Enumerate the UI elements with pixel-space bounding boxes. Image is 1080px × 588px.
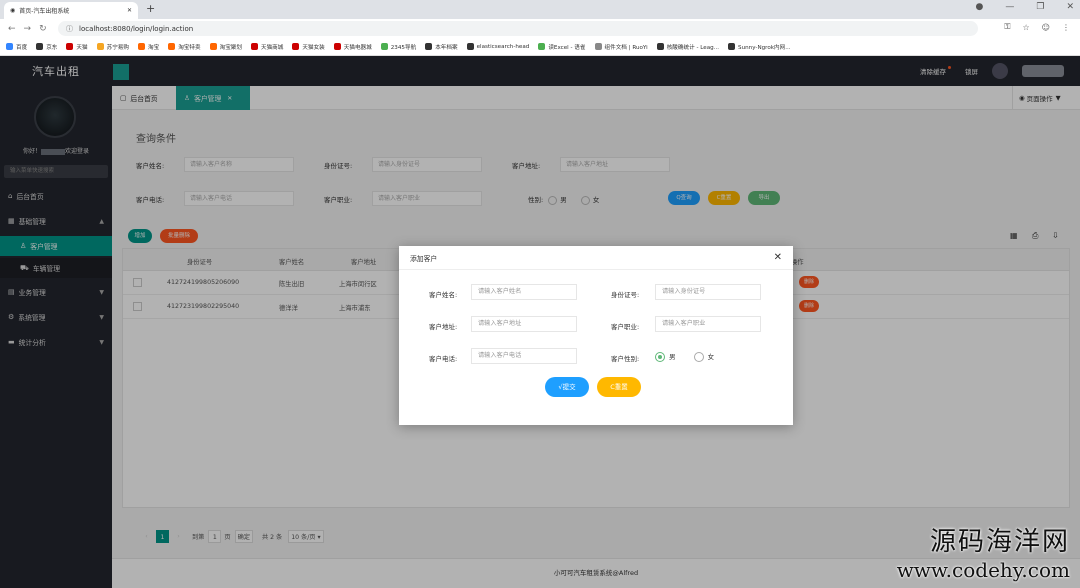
back-icon[interactable]: ← [8, 24, 16, 34]
bookmark-label: 天猫女装 [302, 44, 325, 51]
close-icon[interactable]: ✕ [774, 252, 782, 263]
bookmark-item[interactable]: 2345导航 [380, 43, 417, 51]
watermark-line2: www.codehy.com [896, 558, 1070, 582]
bookmark-item[interactable]: elasticsearch-head [466, 43, 530, 50]
globe-icon: ◉ [10, 7, 16, 14]
window-controls: ● — ❐ ✕ [976, 2, 1074, 12]
m-name-label: 客户姓名: [429, 291, 458, 299]
dialog-header: 添加客户 ✕ [399, 246, 793, 270]
bookmark-item[interactable]: 本年档案 [425, 43, 458, 51]
bookmark-favicon-icon [292, 43, 300, 50]
profile-icon[interactable]: ● [976, 2, 984, 12]
bookmark-label: 淘宝 [148, 44, 160, 51]
restore-icon[interactable]: ❐ [1036, 2, 1044, 12]
m-gender-male-radio[interactable] [655, 352, 665, 362]
bookmark-item[interactable]: 淘宝特卖 [168, 43, 201, 51]
new-tab-button[interactable]: + [146, 2, 155, 15]
minimize-icon[interactable]: — [1005, 2, 1014, 12]
m-phone-input[interactable]: 请输入客户电话 [471, 348, 577, 364]
bookmark-favicon-icon [36, 43, 44, 50]
bookmark-favicon-icon [656, 43, 664, 50]
bookmark-item[interactable]: 天猫 [66, 43, 88, 51]
bookmark-item[interactable]: 淘宝聚划 [209, 43, 242, 51]
m-idcard-input[interactable]: 请输入身份证号 [655, 284, 761, 300]
bookmark-item[interactable]: 天猫商城 [250, 43, 284, 51]
dialog-title: 添加客户 [410, 254, 438, 263]
bookmark-item[interactable]: 核酸确统计 - Leag... [656, 43, 720, 51]
bookmark-label: 京东 [46, 44, 58, 51]
bookmark-label: 百度 [16, 44, 28, 51]
bookmark-favicon-icon [538, 43, 546, 50]
bookmark-favicon-icon [6, 43, 13, 50]
bookmark-favicon-icon [728, 43, 736, 50]
bookmark-favicon-icon [594, 43, 602, 50]
bookmark-item[interactable]: 组件文档 | RuoYi [594, 43, 648, 51]
close-tab-icon[interactable]: ✕ [127, 7, 132, 14]
m-gender-group: 男 女 [655, 351, 714, 362]
bookmark-label: elasticsearch-head [476, 43, 530, 50]
bookmark-item[interactable]: 苏宁易购 [96, 43, 129, 51]
menu-icon[interactable]: ⋮ [1062, 23, 1070, 32]
bookmark-item[interactable]: 淘宝 [138, 43, 159, 51]
bookmark-label: 淘宝聚划 [219, 44, 242, 51]
bookmark-item[interactable]: 读Excel - 语雀 [538, 43, 586, 51]
url-field[interactable]: ⓘ localhost:8080/login/login.action [58, 21, 978, 36]
browser-tab-bar: ◉ 首页-汽车出租系统 ✕ + ● — ❐ ✕ [0, 0, 1080, 19]
url-text: localhost:8080/login/login.action [79, 24, 194, 33]
dialog-reset-button[interactable]: C重置 [597, 377, 641, 397]
key-icon[interactable]: ⚿ [1004, 22, 1010, 32]
browser-tab[interactable]: ◉ 首页-汽车出租系统 ✕ [4, 2, 138, 19]
bookmark-favicon-icon [168, 43, 176, 50]
bookmark-favicon-icon [96, 43, 104, 50]
bookmark-label: 苏宁易购 [106, 44, 129, 51]
m-gender-male-label: 男 [669, 353, 676, 361]
m-gender-female-radio[interactable] [693, 352, 704, 362]
bookmark-item[interactable]: 天猫电器城 [333, 43, 372, 51]
m-job-input[interactable]: 请输入客户职业 [655, 316, 761, 332]
bookmark-favicon-icon [209, 43, 217, 50]
m-job-label: 客户职业: [611, 323, 640, 331]
bookmark-label: 核酸确统计 - Leag... [666, 44, 720, 51]
add-customer-dialog: 添加客户 ✕ 客户姓名: 请输入客户姓名 身份证号: 请输入身份证号 客户地址:… [399, 246, 793, 425]
bookmarks-bar: 百度 京东 天猫 苏宁易购 淘宝 淘宝特卖 淘宝聚划 天猫商城 天猫女装 天猫电器城 2345导航 本… [0, 38, 1080, 56]
bookmark-item[interactable]: 京东 [36, 43, 57, 51]
bookmark-favicon-icon [138, 43, 145, 50]
m-address-input[interactable]: 请输入客户地址 [471, 316, 577, 332]
bookmark-item[interactable]: Sunny-Ngrok内网... [728, 43, 791, 51]
account-icon[interactable]: ☺ [1042, 23, 1050, 32]
browser-tab-title: 首页-汽车出租系统 [19, 8, 70, 15]
m-phone-label: 客户电话: [429, 355, 458, 363]
bookmark-item[interactable]: 百度 [6, 43, 27, 51]
bookmark-label: 本年档案 [435, 44, 458, 51]
bookmark-label: 天猫商城 [260, 44, 284, 51]
bookmark-item[interactable]: 天猫女装 [292, 43, 325, 51]
bookmark-label: 2345导航 [390, 44, 417, 51]
bookmark-favicon-icon [66, 43, 74, 50]
info-icon: ⓘ [66, 24, 73, 33]
address-bar-row: ← → ↻ ⓘ localhost:8080/login/login.actio… [0, 19, 1080, 38]
watermark-line1: 源码海洋网 [929, 527, 1070, 557]
watermark: 源码海洋网 www.codehy.com [897, 521, 1070, 582]
bookmark-label: 淘宝特卖 [178, 44, 201, 51]
forward-icon[interactable]: → [24, 24, 32, 34]
m-idcard-label: 身份证号: [611, 291, 640, 299]
bookmark-label: 天猫 [76, 44, 88, 51]
bookmark-favicon-icon [333, 43, 341, 50]
m-gender-female-label: 女 [707, 353, 715, 361]
star-icon[interactable]: ☆ [1022, 23, 1029, 32]
submit-button[interactable]: √提交 [545, 377, 589, 397]
bookmark-label: Sunny-Ngrok内网... [738, 44, 791, 51]
bookmark-label: 天猫电器城 [343, 44, 372, 51]
m-address-label: 客户地址: [429, 323, 458, 331]
bookmark-favicon-icon [380, 43, 388, 50]
bookmark-favicon-icon [250, 43, 258, 50]
bookmark-favicon-icon [425, 43, 433, 50]
reload-icon[interactable]: ↻ [39, 24, 47, 34]
m-gender-label: 客户性别: [611, 355, 640, 363]
bookmark-label: 读Excel - 语雀 [548, 44, 586, 51]
close-window-icon[interactable]: ✕ [1066, 2, 1074, 12]
m-name-input[interactable]: 请输入客户姓名 [471, 284, 577, 300]
bookmark-label: 组件文档 | RuoYi [604, 44, 648, 51]
bookmark-favicon-icon [466, 43, 474, 50]
